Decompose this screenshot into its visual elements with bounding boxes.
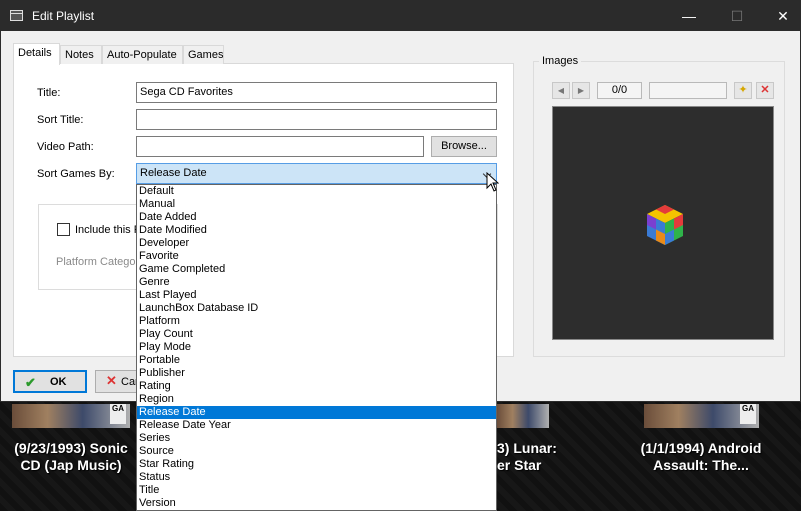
mouse-cursor-icon — [486, 172, 499, 192]
minimize-button[interactable]: — — [666, 1, 712, 31]
include-checkbox[interactable] — [57, 223, 70, 236]
sort-option[interactable]: Region — [137, 393, 496, 406]
sort-option[interactable]: Series — [137, 432, 496, 445]
window-icon — [10, 10, 23, 21]
platform-category-label: Platform Catego — [56, 256, 136, 268]
sort-option[interactable]: Manual — [137, 198, 496, 211]
sort-option[interactable]: Date Modified — [137, 224, 496, 237]
sort-option[interactable]: Rating — [137, 380, 496, 393]
sort-option[interactable]: LaunchBox Database ID — [137, 302, 496, 315]
sort-option[interactable]: Star Rating — [137, 458, 496, 471]
images-group-label: Images — [539, 55, 582, 67]
sort-option[interactable]: Platform — [137, 315, 496, 328]
close-button[interactable]: ✕ — [760, 1, 801, 31]
game-title-line1: (1/1/1994) Android — [640, 440, 762, 456]
sort-option[interactable]: Last Played — [137, 289, 496, 302]
game-title-line2: er Star — [497, 457, 542, 473]
include-label: Include this P — [75, 224, 142, 236]
window-title: Edit Playlist — [32, 9, 95, 23]
sort-option[interactable]: Portable — [137, 354, 496, 367]
game-badge: GA — [740, 404, 756, 424]
sort-option[interactable]: Source — [137, 445, 496, 458]
previous-image-button[interactable]: ◀ — [552, 82, 570, 99]
sort-games-by-value: Release Date — [140, 167, 207, 179]
game-title-line2: Assault: The... — [653, 457, 749, 473]
game-badge: GA — [110, 404, 126, 424]
next-arrow-icon: ▶ — [577, 86, 585, 95]
sort-option[interactable]: Title — [137, 484, 496, 497]
sort-title-field[interactable] — [136, 109, 497, 130]
prev-arrow-icon: ◀ — [557, 86, 565, 95]
add-image-icon: ✦ — [738, 84, 748, 96]
title-bar[interactable]: Edit Playlist — ☐ ✕ — [1, 1, 800, 31]
sort-title-label: Sort Title: — [37, 114, 84, 126]
add-image-button[interactable]: ✦ — [734, 82, 752, 99]
sort-option[interactable]: Genre — [137, 276, 496, 289]
image-preview — [552, 106, 774, 340]
sort-option[interactable]: Game Completed — [137, 263, 496, 276]
sort-games-by-dropdown-list[interactable]: Default Manual Date Added Date Modified Deve… — [136, 184, 497, 511]
sort-option[interactable]: Version — [137, 497, 496, 510]
tab-auto-populate[interactable]: Auto-Populate — [102, 45, 183, 64]
browse-button[interactable]: Browse... — [431, 136, 497, 157]
game-card-title[interactable]: 3) Lunar: er Star — [497, 440, 561, 474]
game-card-title[interactable]: (1/1/1994) Android Assault: The... — [626, 440, 776, 474]
ok-label: OK — [50, 376, 67, 388]
sort-option[interactable]: Favorite — [137, 250, 496, 263]
title-label: Title: — [37, 87, 61, 99]
maximize-button[interactable]: ☐ — [714, 1, 760, 31]
sort-option[interactable]: Play Count — [137, 328, 496, 341]
game-title-line1: (9/23/1993) Sonic — [14, 440, 128, 456]
sort-option[interactable]: Developer — [137, 237, 496, 250]
tab-notes[interactable]: Notes — [60, 45, 102, 64]
tab-details[interactable]: Details — [13, 43, 60, 65]
game-box-art — [497, 404, 549, 428]
video-path-label: Video Path: — [37, 141, 94, 153]
sort-games-by-label: Sort Games By: — [37, 168, 115, 180]
checkmark-icon: ✔ — [25, 375, 36, 390]
sort-option[interactable]: Default — [137, 185, 496, 198]
cancel-icon: ✕ — [106, 373, 117, 388]
delete-image-button[interactable]: ✕ — [756, 82, 774, 99]
launchbox-cube-icon — [647, 205, 683, 245]
delete-image-icon: ✕ — [760, 84, 770, 96]
ok-button[interactable]: ✔ OK — [13, 370, 87, 393]
game-title-line2: CD (Jap Music) — [20, 457, 122, 473]
image-type-field — [649, 82, 727, 99]
sort-games-by-select[interactable]: Release Date — [136, 163, 497, 184]
game-card-title[interactable]: (9/23/1993) Sonic CD (Jap Music) — [6, 440, 136, 474]
next-image-button[interactable]: ▶ — [572, 82, 590, 99]
image-counter: 0/0 — [597, 82, 642, 99]
title-field[interactable]: Sega CD Favorites — [136, 82, 497, 103]
video-path-field[interactable] — [136, 136, 424, 157]
sort-option[interactable]: Play Mode — [137, 341, 496, 354]
sort-option[interactable]: Date Added — [137, 211, 496, 224]
sort-option[interactable]: Release Date — [137, 406, 496, 419]
game-title-line1: 3) Lunar: — [497, 440, 557, 456]
sort-option[interactable]: Publisher — [137, 367, 496, 380]
tab-games[interactable]: Games — [183, 45, 224, 64]
sort-option[interactable]: Release Date Year — [137, 419, 496, 432]
sort-option[interactable]: Status — [137, 471, 496, 484]
